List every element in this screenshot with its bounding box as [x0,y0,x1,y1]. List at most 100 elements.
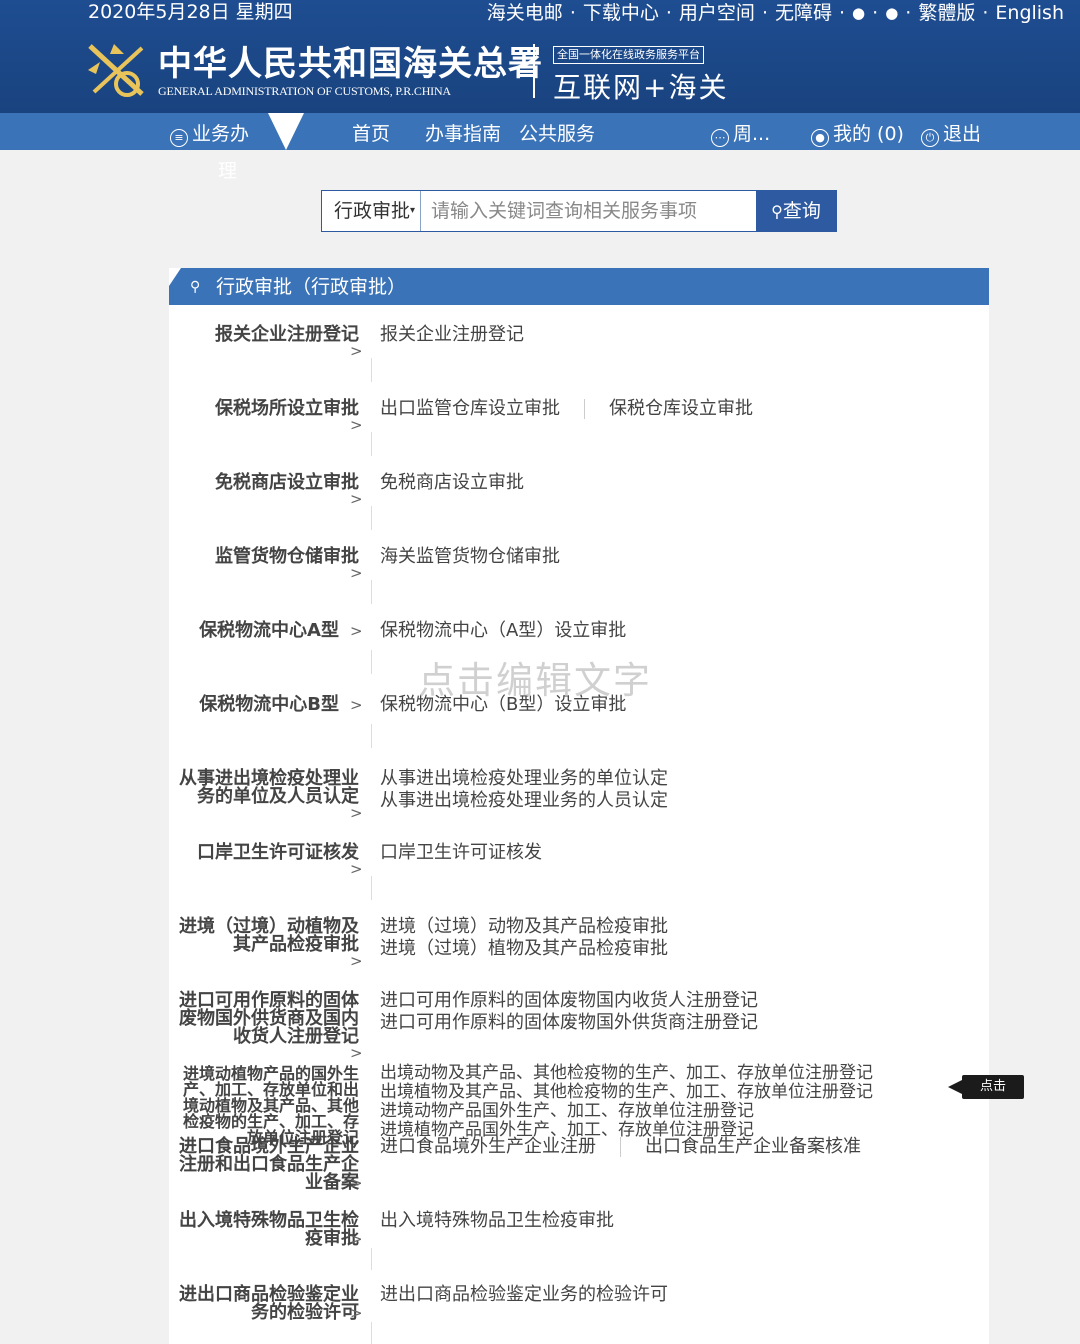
category-link[interactable]: 报关企业注册登记 [215,326,359,344]
chevron-right-icon: > [350,342,363,360]
nav-mine[interactable]: ● 我的 (0) [811,119,904,147]
power-icon: ⏻ [921,129,939,147]
service-row: 报关企业注册登记 > 报关企业注册登记 [169,324,989,384]
service-item[interactable]: 进境动物产品国外生产、加工、存放单位注册登记 [380,1102,873,1121]
service-row: 进境（过境）动植物及其产品检疫审批 > 进境（过境）动物及其产品检疫审批 进境（… [169,916,989,976]
category-link[interactable]: 口岸卫生许可证核发 [197,844,359,862]
divider [371,432,372,456]
category-link[interactable]: 免税商店设立审批 [215,474,359,492]
chevron-right-icon: > [350,696,363,714]
top-links: 海关电邮 · 下载中心 · 用户空间 · 无障碍 · ● · ● · 繁體版 · Englis… [487,0,1064,26]
category-link[interactable]: 进口可用作原料的固体废物国外供货商及国内收货人注册登记 [179,992,359,1046]
top-link-traditional[interactable]: 繁體版 [918,0,975,26]
divider [371,1248,372,1270]
nav-business[interactable]: ≡ 业务办 [170,119,249,147]
service-item[interactable]: 出口监管仓库设立审批 [380,398,560,419]
edit-text-watermark: 点击编辑文字 [418,659,652,702]
service-item[interactable]: 进口可用作原料的固体废物国内收货人注册登记 [380,990,758,1012]
divider [620,1137,621,1157]
service-item[interactable]: 出口食品生产企业备案核准 [645,1136,861,1157]
category-link[interactable]: 保税物流中心B型 [199,696,339,714]
nav-public-service[interactable]: 公共服务 [519,119,595,146]
divider [371,1322,372,1344]
service-item[interactable]: 进口可用作原料的固体废物国外供货商注册登记 [380,1012,758,1034]
service-item[interactable]: 进境（过境）动物及其产品检疫审批 [380,916,668,938]
service-panel: ⚲ 行政审批（行政审批） 报关企业注册登记 > 报关企业注册登记 保税场所设立审… [169,268,989,1344]
category-link[interactable]: 进出口商品检验鉴定业务的检验许可 [179,1286,359,1322]
divider [371,724,372,748]
nav-home[interactable]: 首页 [352,119,390,146]
service-row: 免税商店设立审批 > 免税商店设立审批 [169,472,989,532]
category-link[interactable]: 进境动植物产品的国外生产、加工、存放单位和出境动植物及其产品、其他检疫物的生产、… [179,1066,359,1146]
service-row: 从事进出境检疫处理业务的单位及人员认定 > 从事进出境检疫处理业务的单位认定 从… [169,768,989,828]
top-link-userspace[interactable]: 用户空间 [679,0,755,26]
service-item[interactable]: 海关监管货物仓储审批 [380,546,560,567]
chevron-right-icon: > [350,1044,363,1062]
weibo-icon[interactable]: ● [852,0,865,26]
category-link[interactable]: 进口食品境外生产企业注册和出口食品生产企业备案 [179,1138,359,1192]
separator: · [982,2,989,24]
service-item[interactable]: 免税商店设立审批 [380,472,524,493]
search-icon: ⚲ [190,279,201,295]
search-category-select[interactable]: 行政审批▾ [322,191,421,231]
search-category-label: 行政审批 [334,200,411,222]
service-item[interactable]: 出境植物及其产品、其他检疫物的生产、加工、存放单位注册登记 [380,1083,873,1102]
category-link[interactable]: 监管货物仓储审批 [215,548,359,566]
service-row: 口岸卫生许可证核发 > 口岸卫生许可证核发 [169,842,989,902]
top-link-english[interactable]: English [995,0,1064,26]
service-item[interactable]: 进出口商品检验鉴定业务的检验许可 [380,1284,668,1305]
divider [371,506,372,530]
nav-user[interactable]: ⋯ 周... [711,119,770,147]
category-link[interactable]: 出入境特殊物品卫生检疫审批 [179,1212,359,1248]
wechat-icon[interactable]: ● [885,0,898,26]
chevron-right-icon: > [350,622,363,640]
nav-user-label: 周... [733,123,771,145]
nav-business-overflow: 理 [218,160,238,182]
service-item[interactable]: 口岸卫生许可证核发 [380,842,542,863]
customs-emblem-icon[interactable] [84,40,150,100]
chevron-right-icon: > [350,860,363,878]
separator: · [761,2,768,24]
separator: · [665,2,672,24]
top-link-accessibility[interactable]: 无障碍 [775,0,832,26]
category-link[interactable]: 进境（过境）动植物及其产品检疫审批 [179,918,359,954]
platform-name: 互联网+海关 [553,71,729,104]
nav-guide[interactable]: 办事指南 [425,119,501,146]
category-link[interactable]: 保税场所设立审批 [215,400,359,418]
chevron-right-icon: > [350,490,363,508]
search-bar: 行政审批▾ ⚲查询 [321,190,837,232]
service-item[interactable]: 保税物流中心（A型）设立审批 [380,620,626,641]
search-input[interactable] [421,191,756,231]
chevron-right-icon: > [350,416,363,434]
service-item[interactable]: 保税仓库设立审批 [609,398,753,419]
service-item[interactable]: 从事进出境检疫处理业务的人员认定 [380,790,668,812]
divider [371,580,372,604]
menu-icon: ≡ [170,129,188,147]
panel-header-notch [169,268,181,286]
service-item[interactable]: 从事进出境检疫处理业务的单位认定 [380,768,668,790]
tooltip-arrow [948,1080,962,1094]
top-link-email[interactable]: 海关电邮 [487,0,563,26]
nav-active-notch [268,113,304,150]
service-item[interactable]: 进境（过境）植物及其产品检疫审批 [380,938,668,960]
service-row: 保税场所设立审批 > 出口监管仓库设立审批 保税仓库设立审批 [169,398,989,458]
tooltip-label: 点击 [962,1075,1024,1099]
nav-logout[interactable]: ⏻ 退出 [921,119,981,147]
service-item[interactable]: 报关企业注册登记 [380,324,524,345]
service-item[interactable]: 进口食品境外生产企业注册 [380,1136,596,1157]
service-item[interactable]: 出境动物及其产品、其他检疫物的生产、加工、存放单位注册登记 [380,1064,873,1083]
date-text: 2020年5月28日 星期四 [88,1,293,23]
category-link[interactable]: 从事进出境检疫处理业务的单位及人员认定 [179,770,359,806]
item-list: 出入境特殊物品卫生检疫审批 [380,1210,614,1232]
item-list: 进口食品境外生产企业注册 出口食品生产企业备案核准 [380,1136,861,1158]
top-link-download[interactable]: 下载中心 [583,0,659,26]
chevron-right-icon: > [350,1304,363,1322]
item-list: 海关监管货物仓储审批 [380,546,560,568]
logo-english: GENERAL ADMINISTRATION OF CUSTOMS, P.R.C… [158,84,451,98]
item-list: 进出口商品检验鉴定业务的检验许可 [380,1284,668,1306]
service-item[interactable]: 出入境特殊物品卫生检疫审批 [380,1210,614,1231]
logo-chinese[interactable]: 中华人民共和国海关总署 [158,36,543,85]
category-link[interactable]: 保税物流中心A型 [199,622,339,640]
search-button[interactable]: ⚲查询 [756,191,836,231]
nav-mine-label: 我的 (0) [833,123,904,145]
